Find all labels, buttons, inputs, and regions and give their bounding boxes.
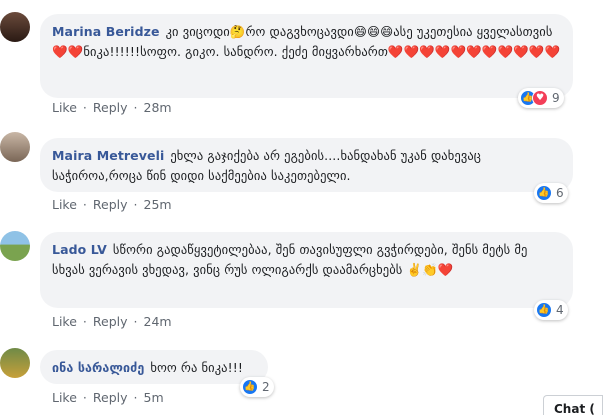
- timestamp[interactable]: 28m: [144, 100, 172, 115]
- chat-tab[interactable]: Chat (: [543, 395, 603, 416]
- reply-button[interactable]: Reply: [93, 314, 128, 329]
- reaction-summary[interactable]: 👍 2: [240, 377, 274, 397]
- separator: ·: [133, 100, 138, 115]
- reply-button[interactable]: Reply: [93, 390, 128, 405]
- reaction-count: 2: [262, 380, 270, 394]
- reaction-summary[interactable]: 👍 4: [534, 300, 568, 320]
- separator: ·: [133, 314, 138, 329]
- comment-bubble: Maira Metreveli ეხლა გაჯიქება არ ეგების..…: [40, 138, 573, 192]
- like-button[interactable]: Like: [52, 100, 77, 115]
- separator: ·: [133, 390, 138, 405]
- reaction-summary[interactable]: 👍 ♥ 9: [518, 88, 564, 108]
- reply-button[interactable]: Reply: [93, 100, 128, 115]
- comment-bubble: Marina Beridze კი ვიცოდი🤔რო დაგვხოცავდი😄😄…: [40, 14, 573, 98]
- like-icon: 👍: [242, 379, 258, 395]
- separator: ·: [82, 197, 87, 212]
- commenter-name[interactable]: Maira Metreveli: [52, 148, 164, 163]
- comment-actions: Like · Reply · 5m: [52, 390, 170, 405]
- comment-text: ხოო რა ნიკა!!!: [150, 360, 243, 375]
- timestamp[interactable]: 5m: [144, 390, 164, 405]
- comment-actions: Like · Reply · 25m: [52, 197, 178, 212]
- avatar[interactable]: [0, 132, 30, 162]
- commenter-name[interactable]: Lado LV: [52, 242, 107, 257]
- separator: ·: [82, 100, 87, 115]
- comment-bubble: Lado LV სწორი გადაწყვეტილებაა, შენ თავისუ…: [40, 232, 573, 308]
- comment-text: სწორი გადაწყვეტილებაა, შენ თავისუფლი გვჭ…: [52, 242, 528, 277]
- comment-actions: Like · Reply · 28m: [52, 100, 178, 115]
- reply-button[interactable]: Reply: [93, 197, 128, 212]
- avatar[interactable]: [0, 12, 30, 42]
- like-button[interactable]: Like: [52, 197, 77, 212]
- like-icon: 👍: [536, 185, 552, 201]
- reaction-count: 6: [556, 186, 564, 200]
- love-icon: ♥: [532, 90, 548, 106]
- reaction-summary[interactable]: 👍 6: [534, 183, 568, 203]
- timestamp[interactable]: 24m: [144, 314, 172, 329]
- like-button[interactable]: Like: [52, 390, 77, 405]
- timestamp[interactable]: 25m: [144, 197, 172, 212]
- separator: ·: [133, 197, 138, 212]
- reaction-count: 9: [552, 91, 560, 105]
- comment-actions: Like · Reply · 24m: [52, 314, 178, 329]
- commenter-name[interactable]: Marina Beridze: [52, 24, 160, 39]
- comment-bubble: ინა სარალიძე ხოო რა ნიკა!!!: [40, 350, 268, 384]
- like-button[interactable]: Like: [52, 314, 77, 329]
- avatar[interactable]: [0, 348, 30, 378]
- separator: ·: [82, 314, 87, 329]
- avatar[interactable]: [0, 231, 30, 261]
- commenter-name[interactable]: ინა სარალიძე: [52, 360, 144, 375]
- reaction-count: 4: [556, 303, 564, 317]
- like-icon: 👍: [536, 302, 552, 318]
- separator: ·: [82, 390, 87, 405]
